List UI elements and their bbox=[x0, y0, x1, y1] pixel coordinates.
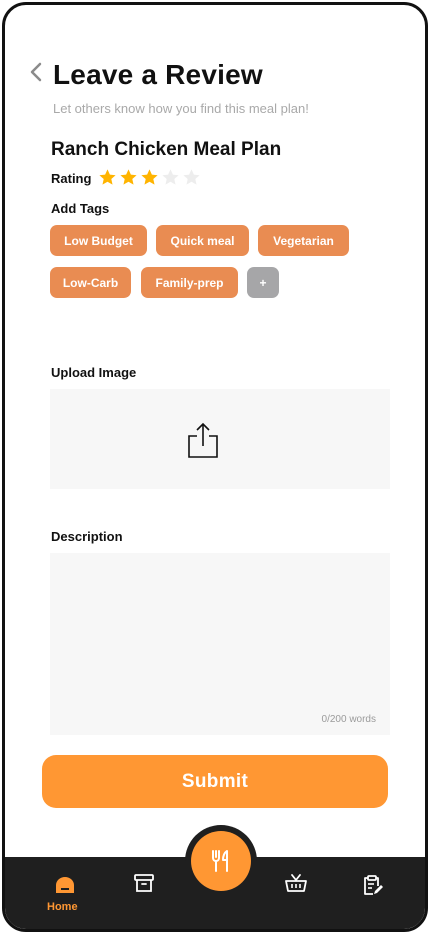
share-upload-icon bbox=[188, 422, 218, 458]
submit-button[interactable]: Submit bbox=[42, 755, 388, 808]
home-icon[interactable] bbox=[53, 873, 77, 897]
back-chevron-icon[interactable] bbox=[29, 61, 43, 83]
upload-image-dropzone[interactable] bbox=[50, 389, 390, 489]
rating-label: Rating bbox=[51, 171, 92, 186]
description-label: Description bbox=[51, 529, 123, 544]
clipboard-edit-icon[interactable] bbox=[360, 873, 384, 897]
tag-low-carb[interactable]: Low-Carb bbox=[50, 267, 131, 298]
fork-knife-icon bbox=[212, 850, 228, 872]
description-textarea[interactable]: 0/200 words bbox=[50, 553, 390, 735]
tag-family-prep[interactable]: Family-prep bbox=[141, 267, 238, 298]
page-subtitle: Let others know how you find this meal p… bbox=[53, 101, 309, 116]
upload-image-label: Upload Image bbox=[51, 365, 137, 380]
add-tag-button[interactable]: + bbox=[247, 267, 279, 298]
star-filled-icon[interactable] bbox=[140, 168, 159, 187]
meal-plans-fab[interactable] bbox=[191, 831, 251, 891]
tag-low-budget[interactable]: Low Budget bbox=[50, 225, 147, 256]
star-empty-icon[interactable] bbox=[161, 168, 180, 187]
star-filled-icon[interactable] bbox=[98, 168, 117, 187]
phone-frame: Leave a Review Let others know how you f… bbox=[2, 2, 428, 932]
star-filled-icon[interactable] bbox=[119, 168, 138, 187]
word-counter: 0/200 words bbox=[321, 714, 376, 725]
tag-quick-meal[interactable]: Quick meal bbox=[156, 225, 249, 256]
basket-icon[interactable] bbox=[284, 871, 308, 895]
meal-plan-name: Ranch Chicken Meal Plan bbox=[51, 139, 282, 160]
page-title: Leave a Review bbox=[53, 59, 263, 90]
rating-stars[interactable] bbox=[98, 168, 201, 187]
tag-vegetarian[interactable]: Vegetarian bbox=[258, 225, 349, 256]
star-empty-icon[interactable] bbox=[182, 168, 201, 187]
archive-icon[interactable] bbox=[132, 871, 156, 895]
nav-home-label: Home bbox=[47, 901, 78, 913]
tags-label: Add Tags bbox=[51, 201, 110, 216]
